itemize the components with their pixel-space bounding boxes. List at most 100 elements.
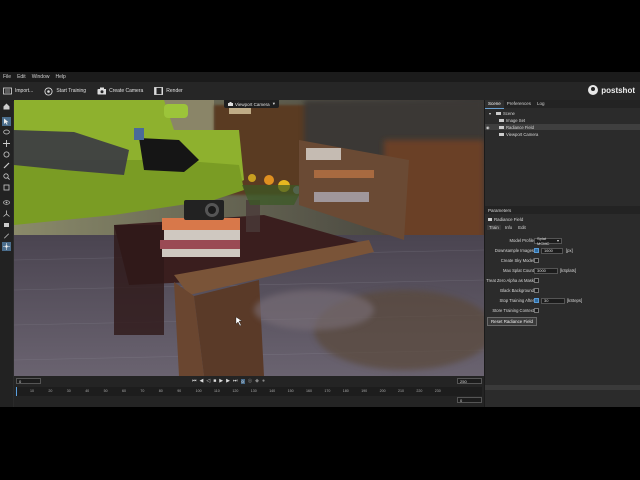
- max-splat-input[interactable]: 3000: [534, 267, 558, 274]
- timeline-tick-label: 220: [416, 389, 423, 393]
- render-icon: [154, 87, 164, 95]
- chevron-down-icon: ▾: [556, 238, 559, 243]
- parameters-title: Parameters: [488, 207, 512, 213]
- timeline-tick-label: 10: [30, 389, 34, 393]
- skip-start-icon[interactable]: ⏮: [192, 378, 197, 384]
- camera-icon: [228, 102, 233, 106]
- home-tool-icon[interactable]: [2, 102, 11, 111]
- render-button[interactable]: Render: [154, 87, 183, 95]
- timeline-ruler[interactable]: 10 20 30 40 50 60 70 80 90 100 110 120 130 140 150 160 1…: [16, 387, 482, 396]
- model-profile-select[interactable]: Splat MCMC ▾: [534, 236, 562, 246]
- splat-tool-icon[interactable]: [2, 242, 11, 251]
- max-splat-row: Max Splat Count 3000 [kSplats]: [503, 267, 577, 274]
- frame-display[interactable]: 0: [240, 378, 245, 384]
- current-frame-field[interactable]: 0: [16, 378, 41, 384]
- black-bg-checkbox[interactable]: [534, 288, 539, 293]
- stop-training-row: Stop Training After 30 [kSteps]: [499, 297, 583, 304]
- step-forward-icon[interactable]: ▶: [226, 378, 230, 384]
- menu-file[interactable]: File: [0, 74, 14, 80]
- timeline-tick-label: 30: [66, 389, 71, 393]
- bottom-value-field[interactable]: 0: [457, 397, 482, 403]
- import-label: Import...: [15, 88, 34, 94]
- reverse-play-icon[interactable]: ◁: [206, 378, 210, 384]
- viewport[interactable]: Viewport Camera ▾: [14, 100, 484, 376]
- playhead[interactable]: [16, 387, 17, 396]
- import-icon: [3, 87, 12, 95]
- tab-preferences[interactable]: Preferences: [504, 100, 534, 108]
- start-training-label: Start Training: [56, 88, 87, 94]
- stop-training-input[interactable]: 30: [541, 297, 565, 304]
- brush-tool-icon[interactable]: [2, 161, 11, 170]
- downsample-row: Downsample Images 1600 [px]: [494, 247, 573, 254]
- tree-item-radiance-field[interactable]: ◉ Radiance Field: [485, 124, 640, 130]
- skip-end-icon[interactable]: ⏭: [233, 378, 238, 384]
- create-camera-button[interactable]: Create Camera: [97, 87, 143, 95]
- box-tool-icon[interactable]: [2, 220, 11, 229]
- tab-edit[interactable]: Edit: [516, 225, 528, 230]
- reset-radiance-field-button[interactable]: Reset Radiance Field: [487, 317, 537, 326]
- end-frame-field[interactable]: 250: [457, 378, 482, 384]
- menu-edit[interactable]: Edit: [14, 74, 29, 80]
- pen-tool-icon[interactable]: [2, 231, 11, 240]
- scene-render: [14, 100, 484, 376]
- record-icon[interactable]: ●: [262, 378, 265, 384]
- timeline-tick-label: 110: [214, 389, 220, 393]
- folder-icon: [488, 218, 492, 221]
- move-tool-icon[interactable]: [2, 139, 11, 148]
- rotate-tool-icon[interactable]: [2, 150, 11, 159]
- menu-help[interactable]: Help: [52, 74, 68, 80]
- select-tool-icon[interactable]: [2, 117, 11, 126]
- tab-info[interactable]: Info: [501, 225, 516, 230]
- node-title: Radiance Field: [488, 217, 523, 222]
- store-context-checkbox[interactable]: [534, 308, 539, 313]
- timeline-tick-label: 80: [158, 389, 163, 393]
- timeline-tick-label: 40: [85, 389, 90, 393]
- folder-icon: [499, 118, 504, 122]
- folder-icon: [496, 111, 501, 115]
- tree-item-viewport-camera[interactable]: Viewport Camera: [485, 131, 640, 137]
- tab-train[interactable]: Train: [487, 225, 501, 230]
- treat-zero-checkbox[interactable]: [534, 278, 539, 283]
- downsample-checkbox[interactable]: [534, 248, 539, 253]
- downsample-unit: [px]: [566, 248, 573, 253]
- tab-log[interactable]: Log: [534, 100, 548, 108]
- logo-text: postshot: [601, 85, 635, 95]
- timeline-tick-label: 180: [342, 389, 349, 393]
- timeline-tick-label: 160: [306, 389, 312, 393]
- black-bg-row: Black Background: [485, 287, 640, 294]
- toolbar: Import... Start Training Create Camera R…: [0, 82, 640, 101]
- eye-icon[interactable]: ◉: [486, 125, 493, 130]
- play-icon[interactable]: ▶: [219, 378, 223, 384]
- timeline-tick-label: 230: [434, 389, 441, 393]
- create-sky-checkbox[interactable]: [534, 258, 539, 263]
- panel-scrollbar[interactable]: [485, 385, 640, 390]
- stop-icon[interactable]: ■: [213, 378, 216, 384]
- axis-tool-icon[interactable]: [2, 209, 11, 218]
- step-back-icon[interactable]: ◀: [200, 378, 204, 384]
- loop-icon[interactable]: ◎: [248, 378, 252, 384]
- crop-tool-icon[interactable]: [2, 183, 11, 192]
- timeline-tick-label: 120: [232, 389, 239, 393]
- camera-icon: [499, 132, 504, 136]
- viewport-camera-tab[interactable]: Viewport Camera ▾: [224, 100, 279, 108]
- tree-item-image-set[interactable]: Image Set: [485, 117, 640, 123]
- stop-training-checkbox[interactable]: [534, 298, 539, 303]
- tree-item-scene[interactable]: ▾ Scene: [485, 110, 640, 116]
- store-context-row: Store Training Context: [485, 307, 640, 314]
- param-sub-tabs: Train Info Edit: [487, 225, 528, 230]
- menu-window[interactable]: Window: [29, 74, 53, 80]
- start-training-button[interactable]: Start Training: [44, 86, 87, 96]
- timeline-tick-label: 130: [250, 389, 257, 393]
- chevron-down-icon: ▾: [272, 101, 275, 106]
- eye-tool-icon[interactable]: [2, 198, 11, 207]
- timeline-tick-label: 190: [361, 389, 368, 393]
- max-splat-unit: [kSplats]: [560, 268, 577, 273]
- timeline-tick-label: 50: [103, 389, 108, 393]
- zoom-tool-icon[interactable]: [2, 172, 11, 181]
- import-button[interactable]: Import...: [3, 87, 33, 95]
- timeline-tick-label: 70: [140, 389, 145, 393]
- postshot-logo-icon: [588, 85, 599, 95]
- lasso-tool-icon[interactable]: [2, 128, 11, 137]
- downsample-input[interactable]: 1600: [541, 247, 563, 254]
- keyframe-icon[interactable]: ◆: [255, 378, 259, 384]
